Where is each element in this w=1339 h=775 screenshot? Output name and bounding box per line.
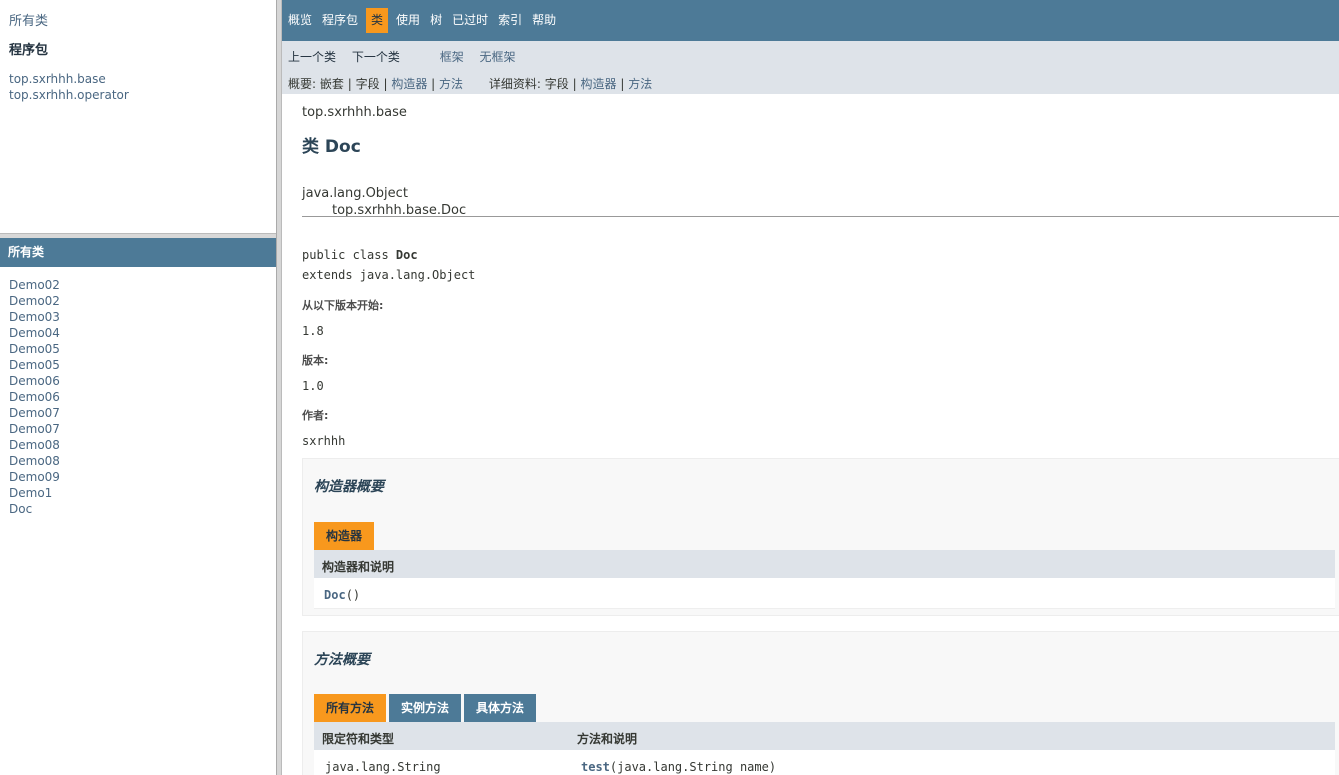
- method-test-link[interactable]: test: [581, 760, 610, 774]
- constructor-column-header: 构造器和说明: [322, 560, 395, 574]
- class-link[interactable]: Demo03: [9, 310, 60, 324]
- author-label: 作者:: [302, 409, 329, 422]
- summary-method-link[interactable]: 方法: [439, 77, 463, 91]
- all-classes-link[interactable]: 所有类: [9, 10, 48, 29]
- class-link[interactable]: Doc: [9, 502, 32, 516]
- class-header: top.sxrhhh.base 类 Doc java.lang.Object t…: [282, 94, 1339, 219]
- table-row: java.lang.String test(java.lang.String n…: [314, 750, 1335, 775]
- package-list: top.sxrhhh.base top.sxrhhh.operator: [9, 71, 129, 103]
- method-column-header: 方法和说明: [577, 732, 638, 746]
- package-link-base[interactable]: top.sxrhhh.base: [9, 72, 106, 86]
- nav-tree[interactable]: 树: [428, 8, 444, 33]
- constructor-doc-link[interactable]: Doc: [324, 588, 346, 602]
- constructor-summary-section: 构造器概要 构造器 构造器和说明 Doc(): [302, 458, 1339, 616]
- detail-constructor-link[interactable]: 构造器: [580, 77, 616, 91]
- separator: |: [620, 77, 625, 91]
- nav-use[interactable]: 使用: [394, 8, 422, 33]
- class-link[interactable]: Demo08: [9, 454, 60, 468]
- class-link[interactable]: Demo04: [9, 326, 60, 340]
- method-summary-heading: 方法概要: [314, 652, 370, 668]
- nav-package[interactable]: 程序包: [320, 8, 360, 33]
- packages-heading: 程序包: [9, 43, 49, 58]
- constructor-table-header: 构造器和说明: [314, 550, 1335, 578]
- class-link[interactable]: Demo06: [9, 374, 60, 388]
- summary-field: 字段: [355, 77, 380, 91]
- declaration-extends: extends java.lang.Object: [302, 268, 476, 282]
- package-link-operator[interactable]: top.sxrhhh.operator: [9, 88, 129, 102]
- sub-navigation-bar: 上一个类 下一个类 框架 无框架 概要: 嵌套 | 字段 | 构造器 | 方法 …: [282, 41, 1339, 94]
- package-label: top.sxrhhh.base: [302, 105, 407, 120]
- class-link[interactable]: Demo02: [9, 294, 60, 308]
- constructor-summary-heading: 构造器概要: [314, 479, 384, 495]
- summary-constructor-link[interactable]: 构造器: [391, 77, 427, 91]
- inheritance-tree: java.lang.Object top.sxrhhh.base.Doc: [302, 185, 1339, 219]
- class-declaration: public class Doc extends java.lang.Objec…: [302, 245, 475, 285]
- class-link[interactable]: Demo09: [9, 470, 60, 484]
- nav-class-active: 类: [366, 8, 389, 33]
- next-class-link[interactable]: 下一个类: [352, 50, 400, 64]
- summary-nested: 嵌套: [319, 77, 344, 91]
- prev-class-link[interactable]: 上一个类: [288, 50, 336, 64]
- package-list-frame: 所有类 程序包 top.sxrhhh.base top.sxrhhh.opera…: [0, 0, 276, 233]
- author-value: sxrhhh: [302, 434, 346, 448]
- class-link[interactable]: Demo05: [9, 358, 60, 372]
- nav-index[interactable]: 索引: [496, 8, 524, 33]
- all-classes-heading: 所有类: [0, 238, 276, 267]
- page-title: 类 Doc: [302, 137, 361, 157]
- declaration-prefix: public class: [302, 248, 396, 262]
- detail-label: 详细资料:: [488, 77, 541, 91]
- summary-label: 概要:: [288, 77, 317, 91]
- class-list: Demo02 Demo02 Demo03 Demo04 Demo05 Demo0…: [0, 267, 276, 517]
- method-tabs: 所有方法 实例方法 具体方法: [314, 694, 539, 722]
- separator: |: [347, 77, 352, 91]
- declaration-class-name: Doc: [395, 248, 418, 262]
- tab-concrete-methods[interactable]: 具体方法: [464, 694, 537, 722]
- table-row: Doc(): [314, 578, 1335, 609]
- class-link[interactable]: Demo07: [9, 406, 60, 420]
- modifier-column-header: 限定符和类型: [322, 732, 395, 746]
- since-label: 从以下版本开始:: [302, 299, 384, 312]
- class-link[interactable]: Demo07: [9, 422, 60, 436]
- frames-link[interactable]: 框架: [440, 50, 464, 64]
- class-link[interactable]: Demo05: [9, 342, 60, 356]
- constructor-params: (): [345, 588, 361, 602]
- constructor-table: 构造器和说明 Doc(): [314, 550, 1335, 609]
- class-link[interactable]: Demo1: [9, 486, 52, 500]
- version-value: 1.0: [302, 379, 324, 393]
- method-table-header: 限定符和类型 方法和说明: [314, 722, 1335, 750]
- since-value: 1.8: [302, 324, 324, 338]
- class-list-frame: 所有类 Demo02 Demo02 Demo03 Demo04 Demo05 D…: [0, 238, 276, 775]
- separator: |: [572, 77, 577, 91]
- tab-all-methods[interactable]: 所有方法: [314, 694, 387, 722]
- nav-help[interactable]: 帮助: [530, 8, 558, 33]
- class-link[interactable]: Demo06: [9, 390, 60, 404]
- detail-method-link[interactable]: 方法: [628, 77, 652, 91]
- nav-deprecated[interactable]: 已过时: [450, 8, 490, 33]
- separator: |: [383, 77, 388, 91]
- version-label: 版本:: [302, 354, 329, 367]
- top-navigation-bar: 概览 程序包 类 使用 树 已过时 索引 帮助: [282, 0, 1339, 41]
- method-table: 限定符和类型 方法和说明 java.lang.String test(java.…: [314, 722, 1335, 775]
- class-tags: 从以下版本开始: 1.8 版本: 1.0 作者: sxrhhh: [302, 297, 383, 448]
- header-divider: [302, 216, 1339, 217]
- method-summary-section: 方法概要 所有方法 实例方法 具体方法 限定符和类型 方法和说明 java.la…: [302, 631, 1339, 775]
- tab-instance-methods[interactable]: 实例方法: [389, 694, 462, 722]
- class-link[interactable]: Demo02: [9, 278, 60, 292]
- class-link[interactable]: Demo08: [9, 438, 60, 452]
- constructor-caption: 构造器: [314, 522, 377, 550]
- class-detail-frame: 概览 程序包 类 使用 树 已过时 索引 帮助 上一个类 下一个类 框架 无框架…: [282, 0, 1339, 775]
- parent-class: java.lang.Object: [302, 186, 408, 201]
- method-return-type: java.lang.String: [325, 760, 441, 774]
- separator: |: [431, 77, 436, 91]
- no-frames-link[interactable]: 无框架: [480, 50, 516, 64]
- method-params: (java.lang.String name): [609, 760, 777, 774]
- detail-field: 字段: [544, 77, 569, 91]
- constructor-tab: 构造器: [314, 522, 375, 550]
- nav-overview[interactable]: 概览: [286, 8, 314, 33]
